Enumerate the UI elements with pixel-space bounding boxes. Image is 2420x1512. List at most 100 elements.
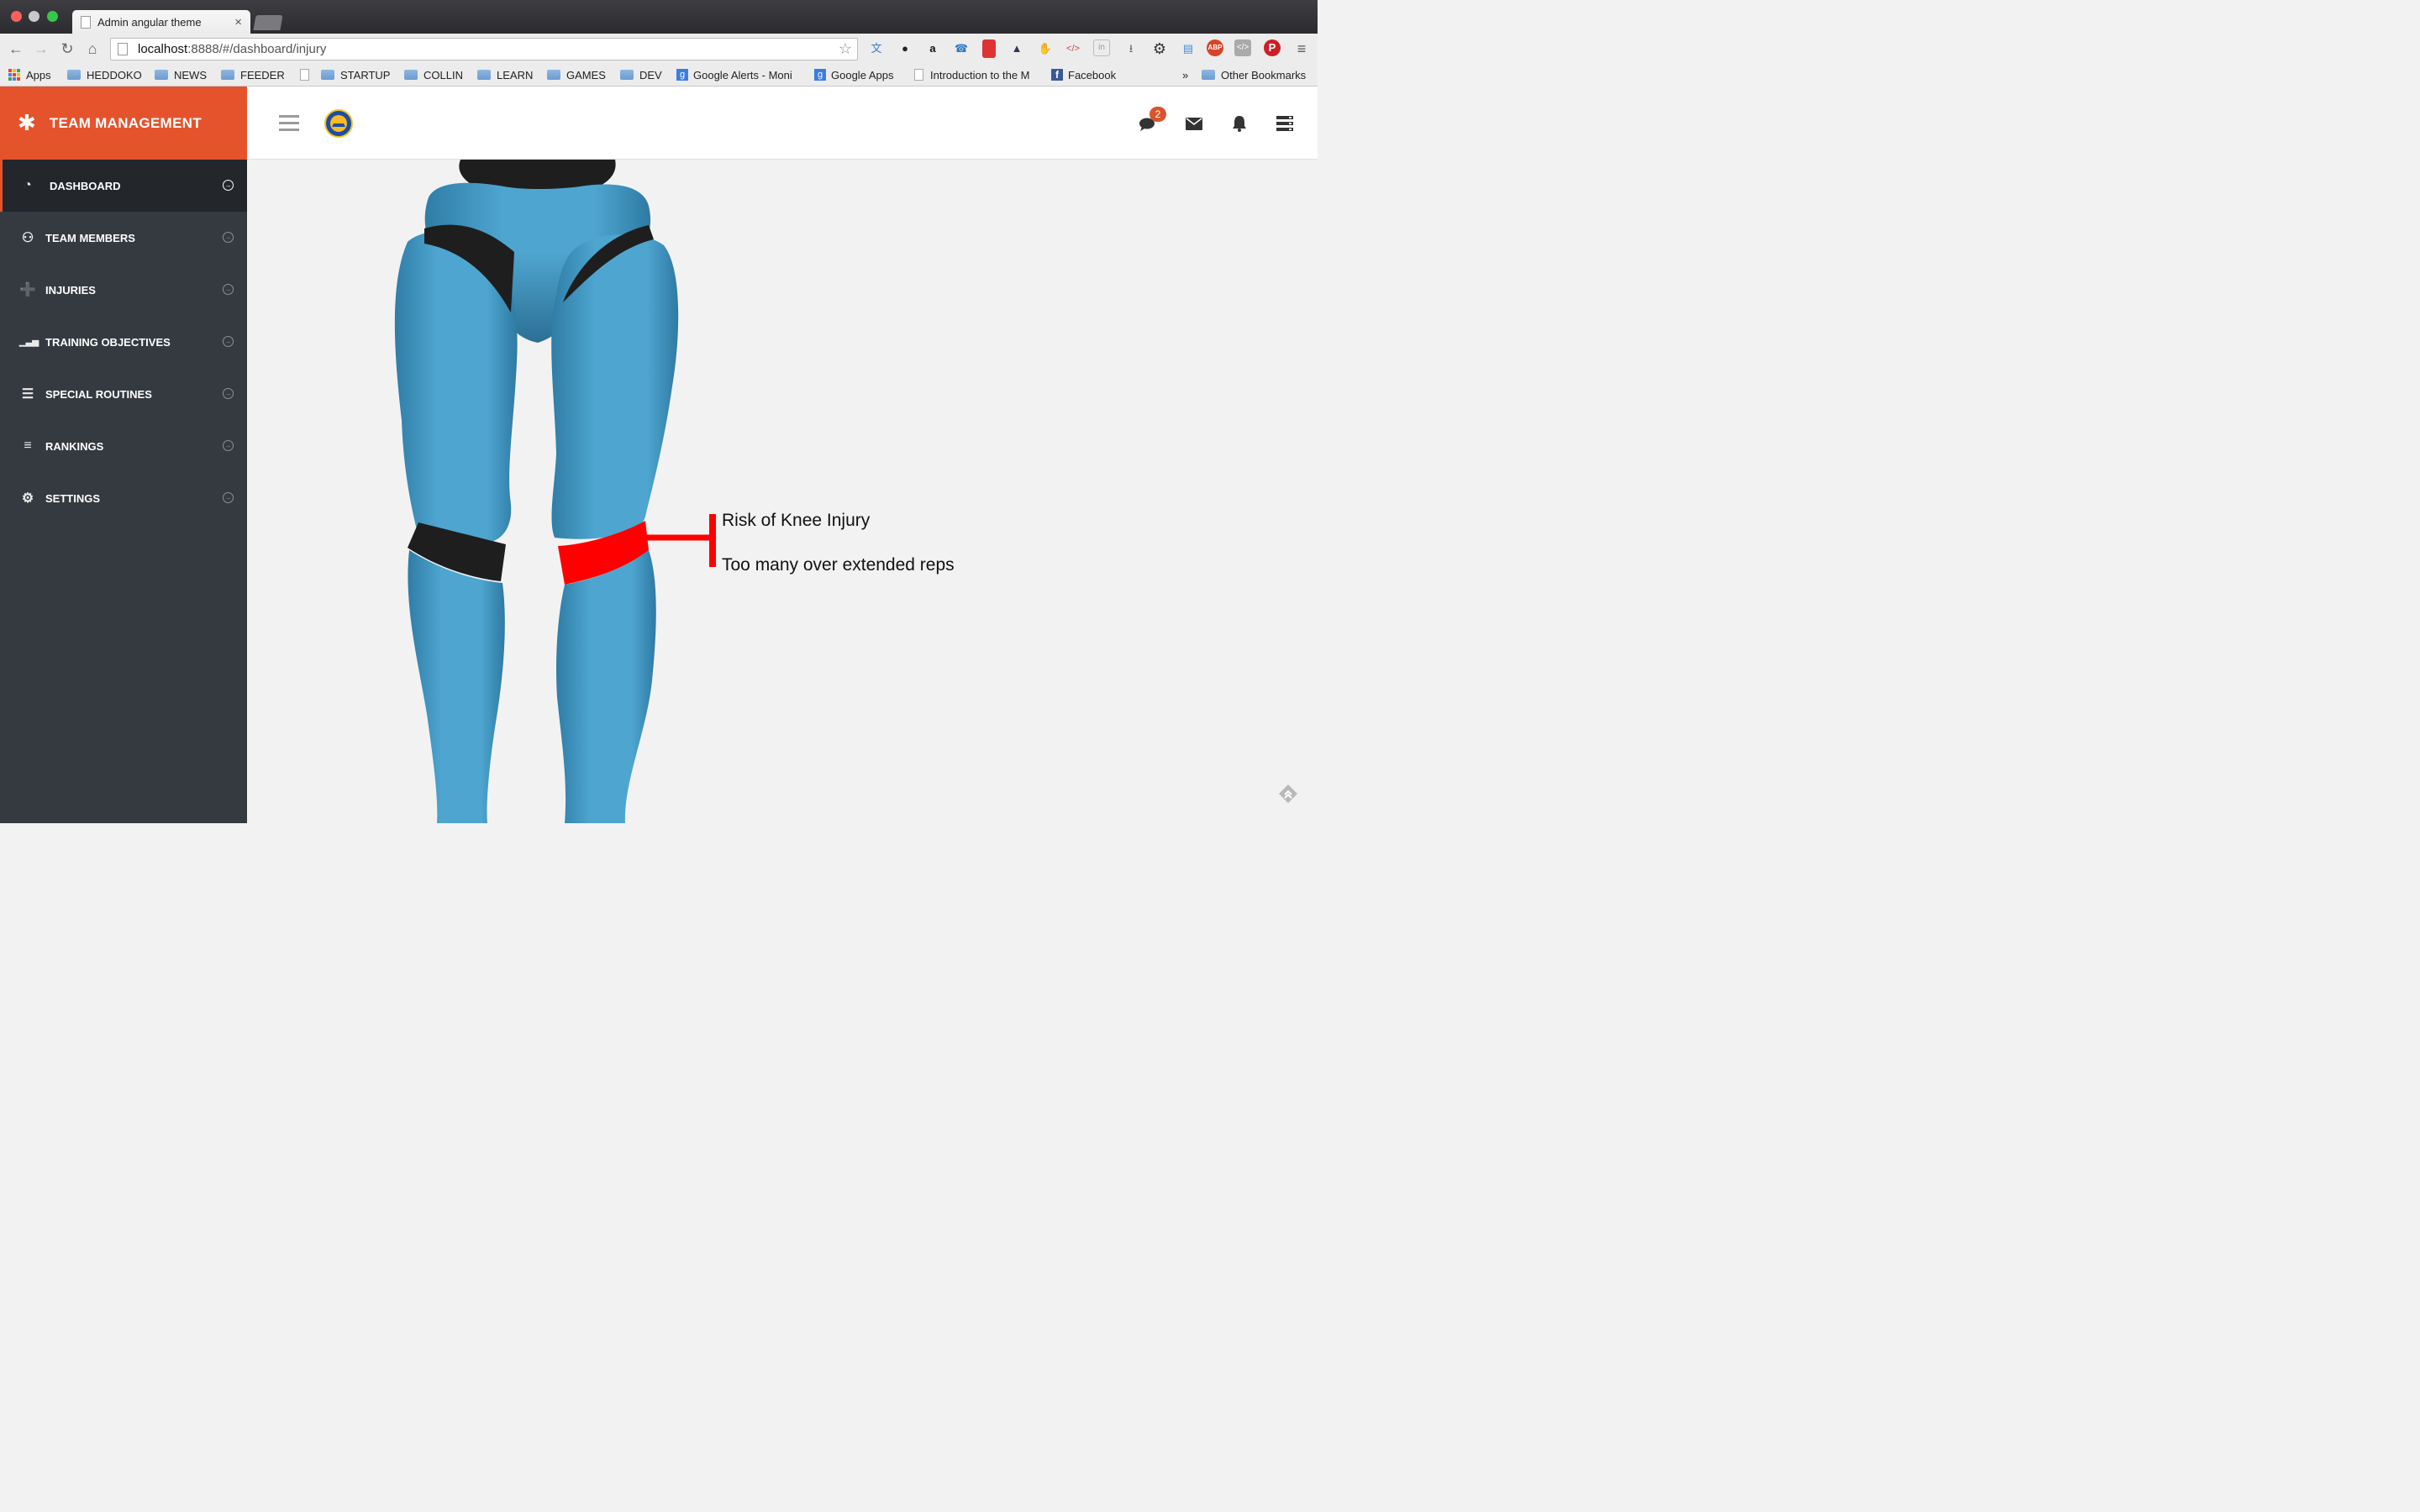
google-icon: g bbox=[676, 69, 688, 81]
sidebar-item-team-members[interactable]: ⚇ TEAM MEMBERS → bbox=[0, 212, 247, 264]
sidebar-item-settings[interactable]: ⚙ SETTINGS → bbox=[0, 472, 247, 524]
bookmark-item[interactable]: f Facebook bbox=[1051, 67, 1116, 82]
bookmark-item[interactable]: HEDDOKO bbox=[67, 67, 142, 82]
bookmark-label: Google Alerts - Moni bbox=[693, 68, 792, 81]
dashboard-icon: ◔ bbox=[24, 178, 32, 192]
bookmark-item[interactable] bbox=[300, 67, 316, 82]
team-icon: ⚇ bbox=[21, 231, 34, 245]
bookmark-label: Google Apps bbox=[831, 68, 894, 81]
sidebar-item-training-objectives[interactable]: ▁▃▅ TRAINING OBJECTIVES → bbox=[0, 316, 247, 368]
bookmark-item[interactable]: g Google Apps bbox=[814, 67, 893, 82]
linkedin-icon[interactable]: in bbox=[1093, 39, 1110, 56]
puzzle-gear-icon: ✱ bbox=[18, 110, 36, 135]
server-stack-icon[interactable] bbox=[1276, 116, 1293, 131]
bookmark-item[interactable]: g Google Alerts - Moni bbox=[676, 67, 792, 82]
menu-icon[interactable]: ≡ bbox=[1292, 39, 1311, 58]
bookmark-item[interactable]: NEWS bbox=[155, 67, 207, 82]
amazon-icon[interactable]: a bbox=[923, 39, 942, 58]
bookmark-item[interactable]: GAMES bbox=[547, 67, 606, 82]
bookmark-item[interactable]: LEARN bbox=[477, 67, 533, 82]
folder-icon bbox=[67, 70, 81, 80]
reload-icon[interactable]: ↻ bbox=[58, 39, 76, 58]
stop-hand-icon[interactable]: ✋ bbox=[1036, 39, 1055, 58]
feedly-icon[interactable] bbox=[1277, 783, 1299, 805]
bookmark-item[interactable]: Other Bookmarks bbox=[1202, 67, 1306, 82]
page-icon bbox=[81, 15, 91, 29]
bookmark-label: Introduction to the M bbox=[930, 68, 1030, 81]
phone-icon[interactable]: ☎ bbox=[952, 39, 971, 58]
pinterest-icon[interactable]: P bbox=[1264, 39, 1281, 56]
close-window-button[interactable] bbox=[11, 11, 22, 22]
translate-icon[interactable]: 文 bbox=[867, 39, 886, 58]
code-icon[interactable]: </> bbox=[1064, 39, 1082, 58]
zoom-window-button[interactable] bbox=[47, 11, 58, 22]
right-shin bbox=[556, 550, 656, 823]
tab-title: Admin angular theme bbox=[97, 15, 202, 29]
bookmark-item[interactable]: FEEDER bbox=[221, 67, 285, 82]
sidebar-item-label: SPECIAL ROUTINES bbox=[45, 387, 152, 401]
team-logo-icon[interactable] bbox=[324, 109, 353, 138]
speed-icon[interactable]: ▲ bbox=[1007, 39, 1026, 58]
owl-icon[interactable]: ● bbox=[896, 39, 914, 58]
folder-icon bbox=[221, 70, 234, 80]
sidebar-item-injuries[interactable]: ➕ INJURIES → bbox=[0, 264, 247, 316]
injury-title: Risk of Knee Injury bbox=[722, 511, 871, 530]
top-navbar: 2 bbox=[247, 87, 1318, 160]
bell-icon[interactable] bbox=[1232, 115, 1247, 132]
sidebar-item-label: TRAINING OBJECTIVES bbox=[45, 335, 171, 349]
bookmark-label: FEEDER bbox=[240, 68, 285, 81]
folder-icon bbox=[321, 70, 334, 80]
home-icon[interactable]: ⌂ bbox=[83, 39, 102, 58]
tab-close-icon[interactable]: × bbox=[234, 15, 242, 29]
brand-header[interactable]: ✱ TEAM MANAGEMENT bbox=[0, 87, 247, 160]
circle-arrow-icon: → bbox=[223, 336, 234, 347]
sidebar-item-label: DASHBOARD bbox=[50, 179, 121, 192]
bookmark-label: HEDDOKO bbox=[87, 68, 142, 81]
sidebar-item-special-routines[interactable]: ☰ SPECIAL ROUTINES → bbox=[0, 368, 247, 420]
folder-icon bbox=[404, 70, 418, 80]
circle-arrow-icon: → bbox=[223, 492, 234, 503]
envelope-icon[interactable] bbox=[1186, 118, 1202, 130]
circle-arrow-icon: → bbox=[223, 388, 234, 399]
dev-tools-icon[interactable]: </> bbox=[1234, 39, 1251, 56]
bookmark-item[interactable]: Apps bbox=[8, 67, 51, 82]
bookmark-label: DEV bbox=[639, 68, 662, 81]
list-alt-icon: ☰ bbox=[21, 387, 34, 402]
window-icon[interactable]: ▤ bbox=[1179, 39, 1197, 58]
bookmark-red-icon[interactable] bbox=[982, 39, 996, 58]
browser-tab[interactable]: Admin angular theme × bbox=[72, 10, 250, 34]
bookmark-label: Facebook bbox=[1068, 68, 1117, 81]
folder-icon bbox=[155, 70, 168, 80]
bookmark-label: LEARN bbox=[497, 68, 534, 81]
sidebar-item-rankings[interactable]: ≡ RANKINGS → bbox=[0, 420, 247, 472]
bookmark-star-icon[interactable]: ☆ bbox=[839, 40, 852, 58]
bookmark-item[interactable]: STARTUP bbox=[321, 67, 390, 82]
bookmark-label: COLLIN bbox=[424, 68, 463, 81]
bar-chart-icon: ▁▃▅ bbox=[19, 337, 39, 347]
bookmark-item[interactable]: DEV bbox=[620, 67, 662, 82]
forward-arrow-icon[interactable]: → bbox=[32, 39, 50, 58]
bookmarks-overflow-icon[interactable]: » bbox=[1182, 67, 1188, 82]
sidebar-item-dashboard[interactable]: ◔ DASHBOARD → bbox=[0, 160, 247, 212]
download-icon[interactable]: ⭳ bbox=[1122, 39, 1140, 58]
minimize-window-button[interactable] bbox=[29, 11, 39, 22]
list-icon: ≡ bbox=[24, 438, 32, 453]
leg-model bbox=[394, 160, 716, 823]
gear-icon[interactable]: ⚙ bbox=[1150, 39, 1169, 58]
apps-grid-icon bbox=[8, 69, 20, 81]
bookmark-label: NEWS bbox=[174, 68, 207, 81]
bookmark-item[interactable]: COLLIN bbox=[404, 67, 463, 82]
back-arrow-icon[interactable]: ← bbox=[7, 39, 25, 58]
right-thigh bbox=[551, 234, 679, 539]
new-tab-button[interactable] bbox=[253, 15, 283, 30]
folder-icon bbox=[477, 70, 491, 80]
bookmark-label: STARTUP bbox=[340, 68, 391, 81]
bookmark-item[interactable]: Introduction to the M bbox=[914, 67, 1030, 82]
address-bar[interactable]: localhost:8888/#/dashboard/injury ☆ bbox=[110, 38, 858, 60]
adblock-icon[interactable]: ABP bbox=[1207, 39, 1223, 56]
sidebar-item-label: TEAM MEMBERS bbox=[45, 231, 135, 244]
circle-arrow-icon: → bbox=[223, 232, 234, 243]
left-shin bbox=[408, 550, 505, 823]
page-icon bbox=[914, 69, 923, 81]
hamburger-menu-icon[interactable] bbox=[279, 115, 299, 132]
